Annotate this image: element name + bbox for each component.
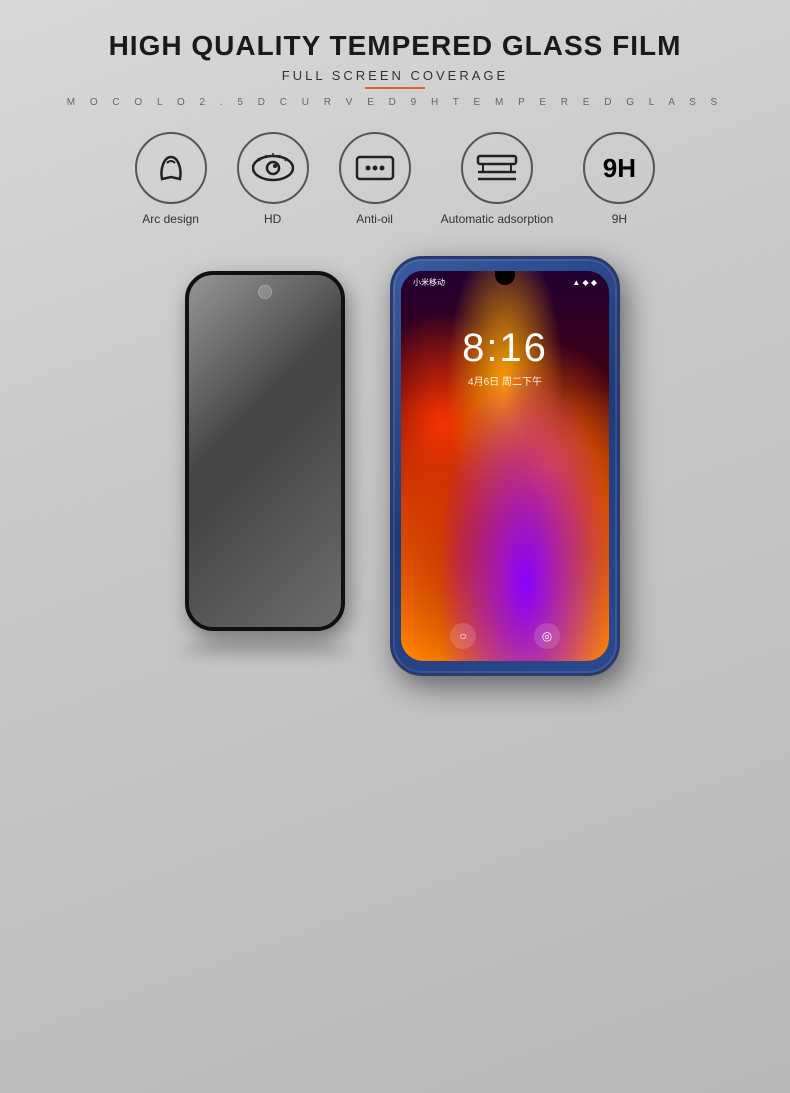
feature-auto-adsorption: Automatic adsorption (441, 132, 554, 226)
adsorption-svg (476, 152, 518, 184)
smartphone: 小米移动 ▲ ◆ ◆ 8:16 4月6日 周二下午 ○ ◎ (390, 256, 620, 676)
arc-design-icon (135, 132, 207, 204)
features-row: Arc design HD (20, 132, 770, 226)
phone-home-icon: ○ (450, 623, 476, 649)
phone-date: 4月6日 周二下午 (462, 373, 548, 388)
page-container: HIGH QUALITY TEMPERED GLASS FILM FULL SC… (0, 0, 790, 1093)
phone-bottom-nav: ○ ◎ (401, 623, 609, 649)
main-title: HIGH QUALITY TEMPERED GLASS FILM (109, 30, 682, 62)
hd-icon (237, 132, 309, 204)
9h-icon-circle: 9H (583, 132, 655, 204)
phone-carrier: 小米移动 (413, 277, 445, 288)
feature-9h-label: 9H (612, 212, 627, 226)
glass-shadow (180, 641, 350, 661)
feature-hd: HD (237, 132, 309, 226)
glass-notch (258, 285, 272, 299)
accent-underline (365, 87, 425, 89)
glass-shape (185, 271, 345, 631)
feature-adsorption-label: Automatic adsorption (441, 212, 554, 226)
glass-protector (170, 256, 360, 646)
arc-svg (152, 149, 190, 187)
phone-time-display: 8:16 4月6日 周二下午 (462, 326, 548, 388)
phone-camera-icon: ◎ (534, 623, 560, 649)
feature-9h: 9H 9H (583, 132, 655, 226)
feature-arc-label: Arc design (142, 212, 199, 226)
phone-signal: ▲ ◆ ◆ (572, 278, 597, 287)
hd-svg (252, 153, 294, 183)
anti-oil-svg (355, 153, 395, 183)
9h-text: 9H (603, 153, 636, 184)
phone-screen: 小米移动 ▲ ◆ ◆ 8:16 4月6日 周二下午 ○ ◎ (401, 271, 609, 661)
phone-clock: 8:16 (462, 326, 548, 371)
phones-row: 小米移动 ▲ ◆ ◆ 8:16 4月6日 周二下午 ○ ◎ (20, 256, 770, 1073)
sub-title: FULL SCREEN COVERAGE (282, 68, 508, 83)
anti-oil-icon (339, 132, 411, 204)
auto-adsorption-icon (461, 132, 533, 204)
tagline: M O C O L O 2 . 5 D C U R V E D 9 H T E … (67, 97, 723, 108)
feature-arc-design: Arc design (135, 132, 207, 226)
feature-antioil-label: Anti-oil (356, 212, 393, 226)
phone-wallpaper: 小米移动 ▲ ◆ ◆ 8:16 4月6日 周二下午 ○ ◎ (401, 271, 609, 661)
feature-hd-label: HD (264, 212, 281, 226)
feature-anti-oil: Anti-oil (339, 132, 411, 226)
